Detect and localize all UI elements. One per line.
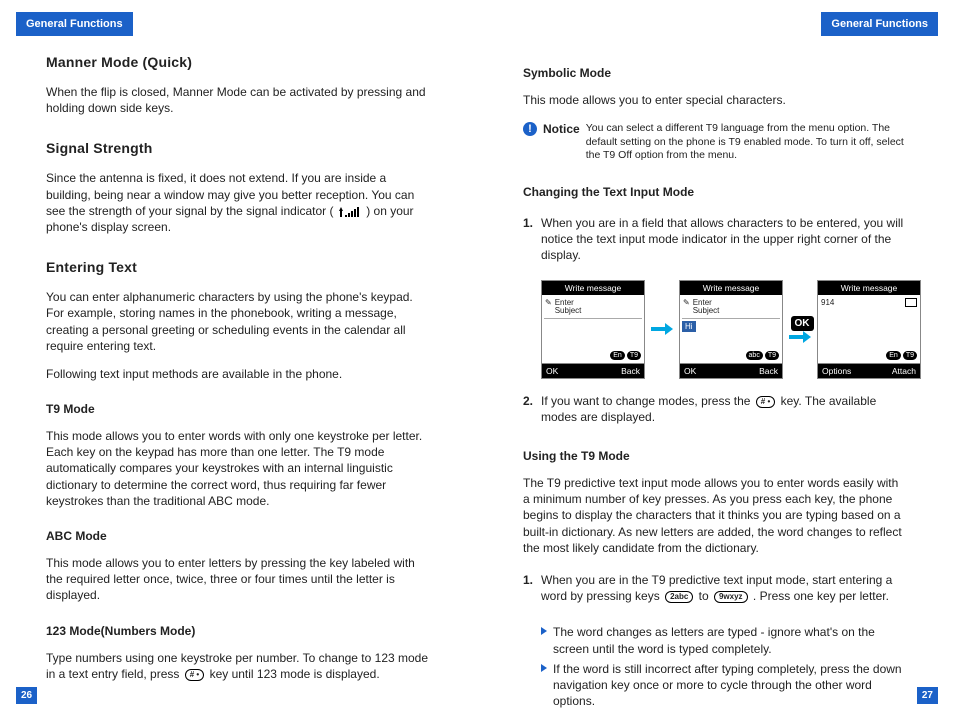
phone-title: Write message [818, 281, 920, 295]
heading-using-t9: Using the T9 Mode [523, 449, 908, 463]
text-entering-2: Following text input methods are availab… [46, 366, 431, 382]
using-t9-steps: 1. When you are in the T9 predictive tex… [523, 568, 908, 608]
section-tab-right: General Functions [821, 12, 938, 36]
using-t9-step-1: 1. When you are in the T9 predictive tex… [523, 572, 908, 604]
input-mode-indicator: En T9 [886, 351, 917, 360]
text-123-mode: Type numbers using one keystroke per num… [46, 650, 431, 682]
changing-step-1: 1. When you are in a field that allows c… [523, 215, 908, 264]
text-abc-mode: This mode allows you to enter letters by… [46, 555, 431, 604]
phone-body: 914 En T9 [818, 295, 920, 364]
phone-screens-row: Write message ✎ Enter Subject En T9 OK B… [541, 280, 908, 379]
page-right: General Functions Symbolic Mode This mod… [477, 0, 954, 716]
phone-softkeys: Options Attach [818, 364, 920, 378]
indicator-t9: T9 [903, 351, 917, 360]
softkey-right: Attach [892, 366, 916, 376]
input-mode-indicator: En T9 [610, 351, 641, 360]
phone-body: ✎ Enter Subject Hi abc T9 [680, 295, 782, 364]
softkey-left: OK [546, 366, 558, 376]
ok-badge: OK [791, 316, 814, 331]
phone-softkeys: OK Back [542, 364, 644, 378]
header-row-right: General Functions [523, 12, 908, 36]
key-2-icon: 2abc [665, 591, 693, 603]
phone-softkeys: OK Back [680, 364, 782, 378]
changing-mode-steps-2: 2. If you want to change modes, press th… [523, 389, 908, 429]
phone-char-count: 914 [821, 298, 834, 307]
text-t9-mode: This mode allows you to enter words with… [46, 428, 431, 509]
phone-title: Write message [680, 281, 782, 295]
text-signal-strength: Since the antenna is fixed, it does not … [46, 170, 431, 235]
changing-step-2a: If you want to change modes, press the [541, 394, 754, 408]
notice-text: You can select a different T9 language f… [586, 122, 908, 163]
changing-step-2: 2. If you want to change modes, press th… [523, 393, 908, 425]
phone-body: ✎ Enter Subject En T9 [542, 295, 644, 364]
notice-block: ! Notice You can select a different T9 l… [523, 122, 908, 163]
phone-typed-text: Hi [682, 321, 696, 332]
softkey-left: OK [684, 366, 696, 376]
input-mode-indicator: abc T9 [746, 351, 779, 360]
phone-subject-text: Enter Subject [555, 299, 582, 317]
list-number: 1. [523, 572, 533, 588]
heading-manner-mode: Manner Mode (Quick) [46, 54, 431, 70]
hash-key-icon: # • [185, 669, 204, 681]
heading-changing-mode: Changing the Text Input Mode [523, 185, 908, 199]
section-tab-left: General Functions [16, 12, 133, 36]
text-123-b: key until 123 mode is displayed. [210, 667, 380, 681]
notice-label: Notice [543, 122, 580, 136]
compose-icon: ✎ [545, 299, 552, 308]
using-step-1c: . Press one key per letter. [753, 589, 889, 603]
heading-entering-text: Entering Text [46, 259, 431, 275]
key-9-icon: 9wxyz [714, 591, 748, 603]
list-number: 2. [523, 393, 533, 409]
text-using-t9: The T9 predictive text input mode allows… [523, 475, 908, 556]
arrow-right-icon [651, 323, 673, 335]
changing-mode-steps: 1. When you are in a field that allows c… [523, 211, 908, 268]
heading-123-mode: 123 Mode(Numbers Mode) [46, 624, 431, 638]
phone-title: Write message [542, 281, 644, 295]
compose-icon: ✎ [683, 299, 690, 308]
hash-key-icon: # • [756, 396, 775, 408]
phone-subject-field: ✎ Enter Subject [682, 297, 780, 320]
heading-symbolic-mode: Symbolic Mode [523, 66, 908, 80]
header-row-left: General Functions [46, 12, 431, 36]
heading-t9-mode: T9 Mode [46, 402, 431, 416]
list-number: 1. [523, 215, 533, 231]
indicator-en: En [886, 351, 901, 360]
phone-screen-3: Write message 914 En T9 Options Attach [817, 280, 921, 379]
manual-spread: General Functions Manner Mode (Quick) Wh… [0, 0, 954, 716]
using-t9-bullets: The word changes as letters are typed - … [541, 620, 908, 713]
softkey-left: Options [822, 366, 851, 376]
phone-indicator-icon [905, 298, 917, 307]
phone-subject-text: Enter Subject [693, 299, 720, 317]
softkey-right: Back [621, 366, 640, 376]
page-number-right: 27 [917, 687, 938, 704]
softkey-right: Back [759, 366, 778, 376]
phone-screen-2: Write message ✎ Enter Subject Hi abc T9 … [679, 280, 783, 379]
text-entering-1: You can enter alphanumeric characters by… [46, 289, 431, 354]
indicator-abc: abc [746, 351, 763, 360]
phone-subject-field: ✎ Enter Subject [544, 297, 642, 320]
text-manner-mode: When the flip is closed, Manner Mode can… [46, 84, 431, 116]
text-symbolic-mode: This mode allows you to enter special ch… [523, 92, 908, 108]
info-icon: ! [523, 122, 537, 136]
using-t9-bullet-2: If the word is still incorrect after typ… [541, 661, 908, 710]
indicator-t9: T9 [627, 351, 641, 360]
heading-signal-strength: Signal Strength [46, 140, 431, 156]
using-step-1b: to [699, 589, 712, 603]
indicator-en: En [610, 351, 625, 360]
signal-strength-icon [339, 206, 361, 217]
indicator-t9: T9 [765, 351, 779, 360]
phone-screen-1: Write message ✎ Enter Subject En T9 OK B… [541, 280, 645, 379]
changing-step-1-text: When you are in a field that allows char… [541, 216, 903, 262]
using-t9-bullet-1: The word changes as letters are typed - … [541, 624, 908, 656]
page-number-left: 26 [16, 687, 37, 704]
heading-abc-mode: ABC Mode [46, 529, 431, 543]
page-left: General Functions Manner Mode (Quick) Wh… [0, 0, 477, 716]
arrow-right-icon [789, 331, 811, 343]
